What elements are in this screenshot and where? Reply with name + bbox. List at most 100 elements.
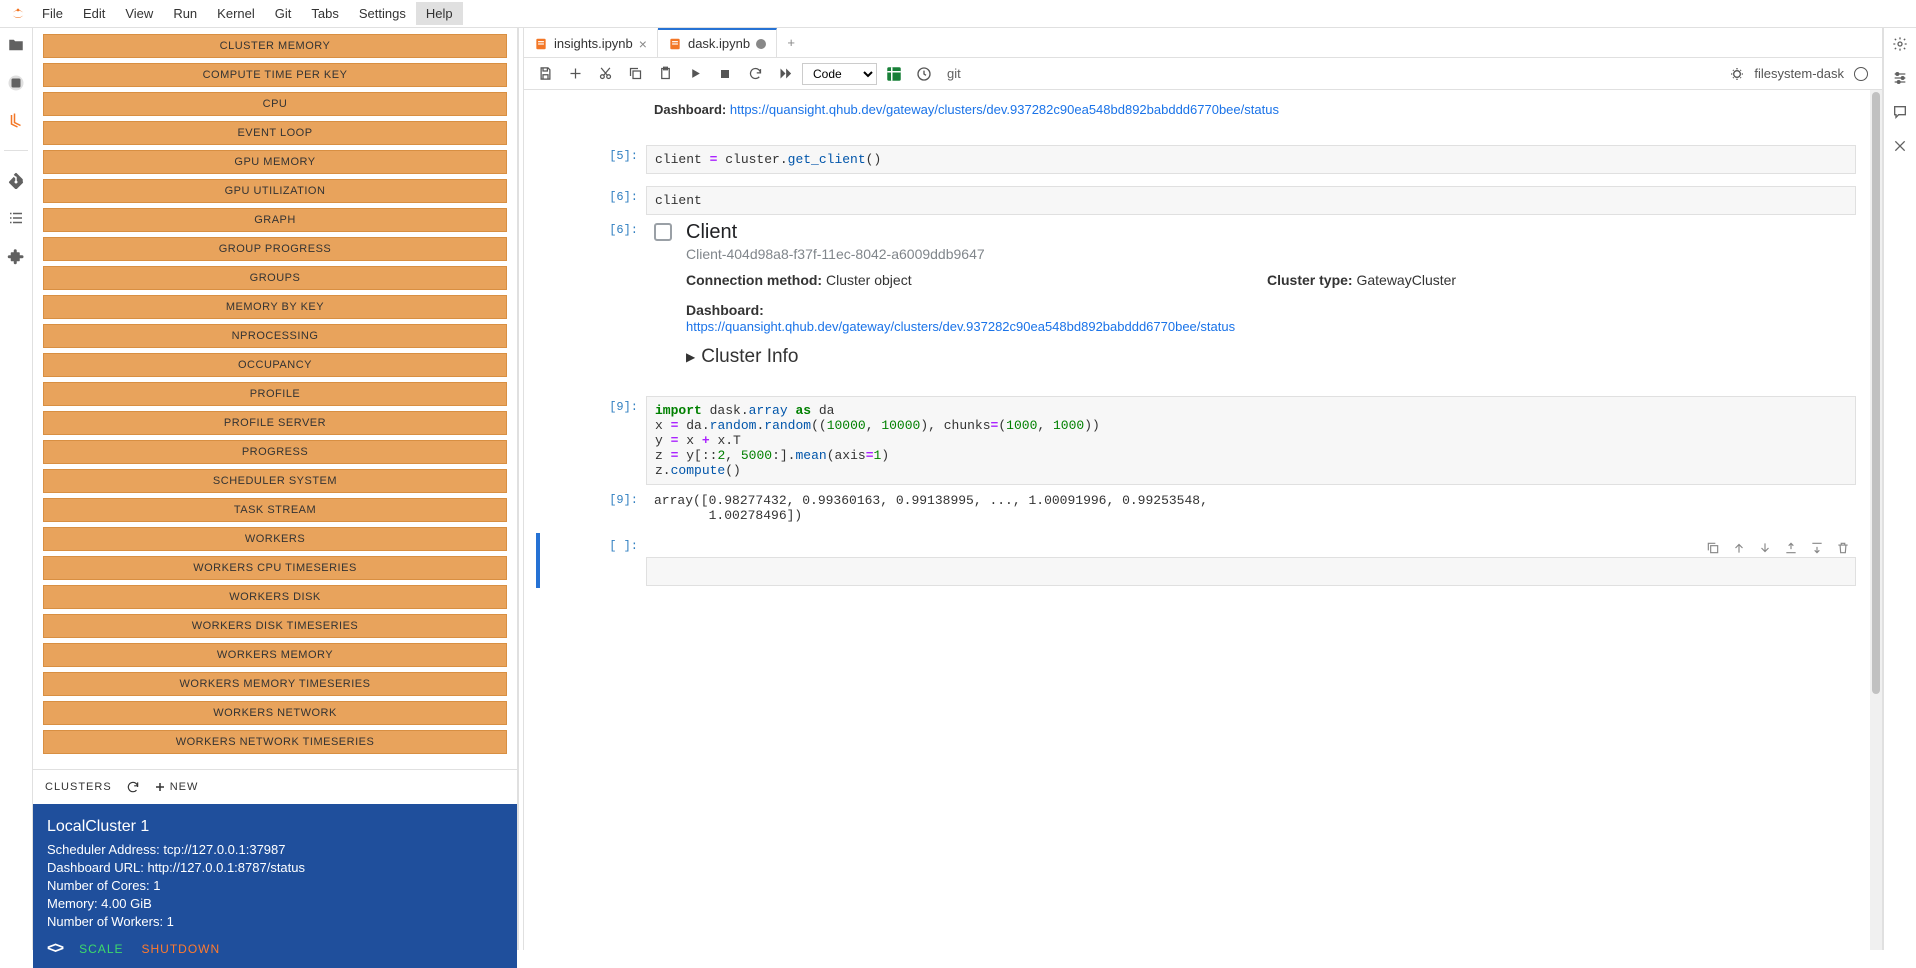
dashboard-button[interactable]: GROUPS — [43, 266, 507, 290]
copy-icon[interactable] — [622, 62, 648, 86]
scrollbar[interactable] — [1870, 90, 1882, 950]
code-cell[interactable]: [5]: client = cluster.get_client() — [524, 143, 1870, 176]
code-cell[interactable]: [ ]: — [524, 533, 1870, 588]
menu-help[interactable]: Help — [416, 2, 463, 25]
menu-edit[interactable]: Edit — [73, 2, 115, 25]
menu-settings[interactable]: Settings — [349, 2, 416, 25]
save-icon[interactable] — [532, 62, 558, 86]
code-input[interactable]: client — [646, 186, 1856, 215]
dashboard-button[interactable]: WORKERS CPU TIMESERIES — [43, 556, 507, 580]
extensions-icon[interactable] — [7, 247, 25, 265]
dashboard-button[interactable]: CLUSTER MEMORY — [43, 34, 507, 58]
add-cell-icon[interactable] — [562, 62, 588, 86]
insert-above-icon[interactable] — [1782, 539, 1800, 557]
notebook-toolbar: Code git filesystem-dask — [524, 58, 1882, 90]
dashboard-button[interactable]: WORKERS MEMORY TIMESERIES — [43, 672, 507, 696]
menu-tabs[interactable]: Tabs — [301, 2, 348, 25]
render-icon[interactable] — [881, 62, 907, 86]
output-row: [6]: Client Client-404d98a8-f37f-11ec-80… — [524, 217, 1870, 380]
scale-button[interactable]: SCALE — [79, 942, 123, 956]
menu-view[interactable]: View — [115, 2, 163, 25]
code-cell[interactable]: [6]: client — [524, 184, 1870, 217]
dashboard-button[interactable]: WORKERS NETWORK TIMESERIES — [43, 730, 507, 754]
prompt-in: [6]: — [584, 186, 646, 215]
kernel-status-icon[interactable] — [1854, 67, 1868, 81]
duplicate-icon[interactable] — [1704, 539, 1722, 557]
dashboard-button[interactable]: GRAPH — [43, 208, 507, 232]
dashboard-button[interactable]: OCCUPANCY — [43, 353, 507, 377]
dashboard-button[interactable]: WORKERS — [43, 527, 507, 551]
cut-icon[interactable] — [592, 62, 618, 86]
paste-icon[interactable] — [652, 62, 678, 86]
tab[interactable]: insights.ipynb× — [524, 28, 658, 57]
code-icon[interactable]: < > — [47, 940, 61, 958]
toc-icon[interactable] — [7, 209, 25, 227]
dask-panel: CLUSTER MEMORY COMPUTE TIME PER KEY CPU EVE… — [33, 28, 518, 950]
dashboard-button[interactable]: SCHEDULER SYSTEM — [43, 469, 507, 493]
dashboard-button[interactable]: CPU — [43, 92, 507, 116]
close-icon[interactable] — [1892, 138, 1908, 154]
cluster-info-row: Scheduler Address: tcp://127.0.0.1:37987 — [47, 842, 503, 857]
dashboard-button[interactable]: TASK STREAM — [43, 498, 507, 522]
code-input[interactable]: client = cluster.get_client() — [646, 145, 1856, 174]
git-label[interactable]: git — [947, 66, 961, 81]
dashboard-button[interactable]: WORKERS MEMORY — [43, 643, 507, 667]
cluster-card[interactable]: LocalCluster 1 Scheduler Address: tcp://… — [33, 804, 517, 968]
git-icon[interactable] — [7, 171, 25, 189]
shutdown-button[interactable]: SHUTDOWN — [142, 942, 221, 956]
sliders-icon[interactable] — [1892, 70, 1908, 86]
dashboard-button[interactable]: PROFILE SERVER — [43, 411, 507, 435]
menu-run[interactable]: Run — [163, 2, 207, 25]
dashboard-button[interactable]: NPROCESSING — [43, 324, 507, 348]
client-dashboard-link[interactable]: https://quansight.qhub.dev/gateway/clust… — [686, 319, 1235, 334]
dashboard-button[interactable]: GPU UTILIZATION — [43, 179, 507, 203]
dask-icon[interactable] — [7, 112, 25, 130]
expand-toggle-icon[interactable] — [654, 223, 672, 241]
dashboard-button[interactable]: GROUP PROGRESS — [43, 237, 507, 261]
folder-icon[interactable] — [7, 36, 25, 54]
menu-file[interactable]: File — [32, 2, 73, 25]
close-tab-icon[interactable]: × — [639, 36, 647, 52]
dashboard-button[interactable]: PROFILE — [43, 382, 507, 406]
insert-below-icon[interactable] — [1808, 539, 1826, 557]
menu-git[interactable]: Git — [265, 2, 302, 25]
menu-kernel[interactable]: Kernel — [207, 2, 265, 25]
dashboard-link[interactable]: https://quansight.qhub.dev/gateway/clust… — [730, 102, 1279, 117]
bug-icon[interactable] — [1724, 62, 1750, 86]
kernel-name[interactable]: filesystem-dask — [1754, 66, 1844, 81]
dashboard-button[interactable]: WORKERS DISK TIMESERIES — [43, 614, 507, 638]
delete-icon[interactable] — [1834, 539, 1852, 557]
comment-icon[interactable] — [1892, 104, 1908, 120]
terminal-icon[interactable] — [7, 74, 25, 92]
client-id: Client-404d98a8-f37f-11ec-8042-a6009ddb9… — [686, 246, 985, 262]
code-input[interactable] — [646, 557, 1856, 586]
refresh-icon[interactable] — [126, 780, 140, 794]
dashboard-button[interactable]: PROGRESS — [43, 440, 507, 464]
code-input[interactable]: import dask.array as da x = da.random.ra… — [646, 396, 1856, 485]
dashboard-button[interactable]: WORKERS NETWORK — [43, 701, 507, 725]
dashboard-button[interactable]: WORKERS DISK — [43, 585, 507, 609]
move-down-icon[interactable] — [1756, 539, 1774, 557]
run-icon[interactable] — [682, 62, 708, 86]
run-all-icon[interactable] — [772, 62, 798, 86]
clock-icon[interactable] — [911, 62, 937, 86]
gear-icon[interactable] — [1892, 36, 1908, 52]
activity-bar — [0, 28, 33, 950]
new-tab-button[interactable]: + — [777, 35, 805, 50]
dashboard-button[interactable]: MEMORY BY KEY — [43, 295, 507, 319]
cluster-info-row: Memory: 4.00 GiB — [47, 896, 503, 911]
restart-icon[interactable] — [742, 62, 768, 86]
new-cluster-button[interactable]: NEW — [154, 781, 199, 793]
cell-type-select[interactable]: Code — [802, 63, 877, 85]
dashboard-button[interactable]: EVENT LOOP — [43, 121, 507, 145]
cluster-info-toggle[interactable]: ▶ Cluster Info — [654, 334, 1848, 368]
cluster-info-row: Number of Workers: 1 — [47, 914, 503, 929]
dashboard-button[interactable]: GPU MEMORY — [43, 150, 507, 174]
move-up-icon[interactable] — [1730, 539, 1748, 557]
stop-icon[interactable] — [712, 62, 738, 86]
code-cell[interactable]: [9]: import dask.array as da x = da.rand… — [524, 394, 1870, 487]
prompt-in: [5]: — [584, 145, 646, 174]
tab-bar: insights.ipynb×dask.ipynb+ — [524, 28, 1882, 58]
tab[interactable]: dask.ipynb — [658, 28, 777, 57]
dashboard-button[interactable]: COMPUTE TIME PER KEY — [43, 63, 507, 87]
